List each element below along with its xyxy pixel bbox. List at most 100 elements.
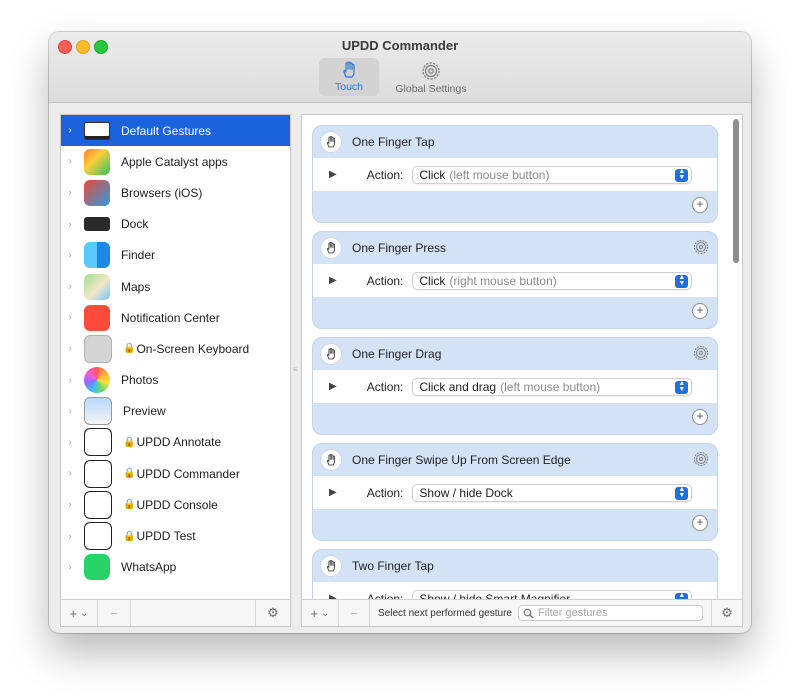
sidebar-item-whatsapp[interactable]: › WhatsApp bbox=[61, 552, 290, 583]
sidebar-item-updd-console[interactable]: › 🔒 UPDD Console bbox=[61, 489, 290, 520]
dock-icon bbox=[84, 217, 110, 232]
sidebar-item-label: Dock bbox=[121, 217, 149, 232]
filter-gestures-input[interactable]: Filter gestures bbox=[517, 605, 703, 621]
sidebar-item-finder[interactable]: › Finder bbox=[61, 240, 290, 271]
gesture-header[interactable]: One Finger Press bbox=[313, 232, 717, 264]
sidebar-settings-button[interactable]: ⚙ bbox=[255, 600, 290, 626]
disclosure-chevron-icon[interactable]: › bbox=[61, 125, 79, 136]
add-app-button[interactable]: + ⌄ bbox=[61, 600, 98, 626]
split-view-handle[interactable]: ≡ bbox=[292, 365, 298, 374]
tab-global-settings[interactable]: Global Settings bbox=[394, 58, 468, 96]
disclosure-chevron-icon[interactable]: › bbox=[61, 375, 79, 386]
action-hint: (right mouse button) bbox=[449, 273, 557, 288]
disclosure-chevron-icon[interactable]: › bbox=[61, 312, 79, 323]
action-select[interactable]: Show / hide Smart Magnifier▲▼ bbox=[412, 589, 693, 599]
sidebar-item-photos[interactable]: › Photos bbox=[61, 365, 290, 396]
hand-icon bbox=[320, 237, 342, 259]
gesture-card: One Finger Press ▶ Action: Click (right mous… bbox=[312, 231, 718, 329]
action-value: Click bbox=[419, 273, 446, 288]
disclosure-chevron-icon[interactable]: › bbox=[61, 531, 79, 542]
disclosure-chevron-icon[interactable]: › bbox=[61, 406, 79, 417]
sidebar-item-label: UPDD Console bbox=[136, 497, 218, 512]
sidebar-item-label: Photos bbox=[121, 373, 159, 388]
maps-icon bbox=[84, 273, 110, 300]
remove-app-button[interactable]: − bbox=[98, 600, 131, 626]
sidebar-item-notification-center[interactable]: › Notification Center bbox=[61, 302, 290, 333]
gesture-header[interactable]: One Finger Tap bbox=[313, 126, 717, 158]
remove-gesture-button[interactable]: − bbox=[339, 600, 370, 626]
disclosure-triangle-icon[interactable]: ▶ bbox=[329, 487, 337, 498]
sidebar-item-updd-commander[interactable]: › 🔒 UPDD Commander bbox=[61, 458, 290, 489]
keyboard-icon bbox=[84, 334, 112, 363]
gear-icon: ⚙ bbox=[267, 605, 279, 620]
lock-icon: 🔒 bbox=[123, 499, 136, 511]
sidebar-item-apple-catalyst-apps[interactable]: › Apple Catalyst apps bbox=[61, 146, 290, 177]
action-value: Click bbox=[419, 167, 446, 182]
disclosure-chevron-icon[interactable]: › bbox=[61, 187, 79, 198]
disclosure-chevron-icon[interactable]: › bbox=[61, 468, 79, 479]
action-label: Action: bbox=[366, 485, 404, 500]
hand-icon bbox=[320, 449, 342, 471]
add-action-button[interactable]: + bbox=[692, 303, 708, 319]
disclosure-chevron-icon[interactable]: › bbox=[61, 562, 79, 573]
sidebar-item-dock[interactable]: › Dock bbox=[61, 209, 290, 240]
add-icon: + bbox=[69, 605, 78, 621]
gesture-card: Two Finger Tap ▶ Action: Show / hide Smart … bbox=[312, 549, 718, 599]
tab-touch[interactable]: Touch bbox=[319, 58, 379, 96]
sidebar-item-preview[interactable]: › Preview bbox=[61, 396, 290, 427]
gesture-action-row: ▶ Action: Click and drag (left mouse button… bbox=[313, 370, 717, 403]
action-value: Show / hide Dock bbox=[419, 485, 513, 500]
action-value: Click and drag bbox=[419, 379, 497, 394]
gesture-header[interactable]: Two Finger Tap bbox=[313, 550, 717, 582]
action-select[interactable]: Click (right mouse button) ▲ ▼ bbox=[412, 271, 693, 290]
action-hint: (left mouse button) bbox=[500, 379, 601, 394]
action-select[interactable]: Show / hide Dock ▲ ▼ bbox=[412, 483, 693, 502]
disclosure-triangle-icon[interactable]: ▶ bbox=[329, 169, 337, 180]
disclosure-chevron-icon[interactable]: › bbox=[61, 156, 79, 167]
sidebar-item-default-gestures[interactable]: › Default Gestures bbox=[61, 115, 290, 147]
disclosure-chevron-icon[interactable]: › bbox=[61, 437, 79, 448]
disclosure-chevron-icon[interactable]: › bbox=[61, 281, 79, 292]
chevron-down-icon: ⌄ bbox=[321, 607, 330, 619]
app-sidebar: › Default Gestures › Apple Catalyst apps › Br… bbox=[60, 114, 291, 627]
popup-stepper-icon: ▲▼ bbox=[675, 486, 689, 500]
gear-icon[interactable] bbox=[692, 450, 710, 471]
lock-icon: 🔒 bbox=[123, 436, 136, 448]
disclosure-chevron-icon[interactable]: › bbox=[61, 250, 79, 261]
sidebar-item-on-screen-keyboard[interactable]: › 🔒 On-Screen Keyboard bbox=[61, 333, 290, 364]
disclosure-chevron-icon[interactable]: › bbox=[61, 343, 79, 354]
window-title: UPDD Commander bbox=[341, 38, 459, 53]
gesture-header[interactable]: One Finger Drag bbox=[313, 338, 717, 370]
sidebar-item-updd-test[interactable]: › 🔒 UPDD Test bbox=[61, 520, 290, 551]
gesture-title: One Finger Drag bbox=[352, 347, 442, 361]
gesture-title: One Finger Tap bbox=[352, 135, 435, 149]
action-select[interactable]: Click (left mouse button) ▲ ▼ bbox=[412, 165, 693, 184]
disclosure-triangle-icon[interactable]: ▶ bbox=[329, 381, 337, 392]
gesture-header[interactable]: One Finger Swipe Up From Screen Edge bbox=[313, 444, 717, 476]
popup-stepper-icon: ▲▼ bbox=[675, 380, 689, 394]
preview-icon bbox=[84, 397, 112, 426]
gear-icon[interactable] bbox=[692, 344, 710, 365]
sidebar-item-maps[interactable]: › Maps bbox=[61, 271, 290, 302]
lock-icon: 🔒 bbox=[123, 468, 136, 480]
scrollbar[interactable] bbox=[733, 119, 739, 597]
gesture-settings-button[interactable]: ⚙ bbox=[711, 600, 742, 626]
scrollbar-thumb[interactable] bbox=[733, 119, 739, 263]
select-next-gesture-button[interactable]: Select next performed gesture bbox=[378, 608, 512, 619]
disclosure-chevron-icon[interactable]: › bbox=[61, 219, 79, 230]
sidebar-item-updd-annotate[interactable]: › 🔒 UPDD Annotate bbox=[61, 427, 290, 458]
add-action-button[interactable]: + bbox=[692, 197, 708, 213]
gesture-footer: + bbox=[313, 403, 717, 434]
sidebar-item-label: Notification Center bbox=[121, 310, 220, 325]
add-gesture-button[interactable]: + ⌄ bbox=[302, 600, 339, 626]
add-action-button[interactable]: + bbox=[692, 515, 708, 531]
disclosure-chevron-icon[interactable]: › bbox=[61, 499, 79, 510]
photos-icon bbox=[84, 367, 110, 394]
add-action-button[interactable]: + bbox=[692, 409, 708, 425]
action-select[interactable]: Click and drag (left mouse button) ▲ ▼ bbox=[412, 377, 693, 396]
gesture-card: One Finger Tap ▶ Action: Click (left mouse b… bbox=[312, 125, 718, 223]
minus-icon: − bbox=[110, 605, 118, 621]
disclosure-triangle-icon[interactable]: ▶ bbox=[329, 275, 337, 286]
sidebar-item-browsers-ios[interactable]: › Browsers (iOS) bbox=[61, 177, 290, 208]
gear-icon[interactable] bbox=[692, 238, 710, 259]
